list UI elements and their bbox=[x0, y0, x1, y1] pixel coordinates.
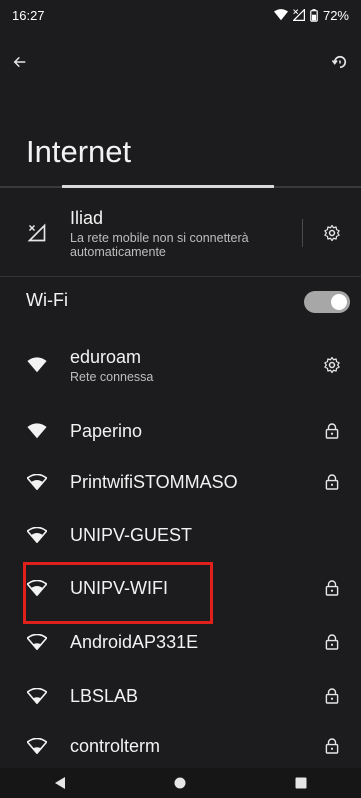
wifi-header-label: Wi-Fi bbox=[26, 290, 68, 310]
network-name: UNIPV-GUEST bbox=[70, 524, 193, 545]
network-name: eduroam bbox=[70, 346, 142, 367]
battery-icon bbox=[310, 8, 318, 22]
app-bar bbox=[0, 44, 361, 80]
lock-icon bbox=[325, 423, 339, 439]
gear-icon[interactable] bbox=[323, 224, 341, 242]
wifi-medium-icon bbox=[27, 474, 47, 490]
home-nav-icon[interactable] bbox=[174, 777, 186, 789]
network-name: PrintwifiSTOMMASO bbox=[70, 471, 238, 492]
wifi-full-icon bbox=[27, 423, 47, 439]
network-name: Paperino bbox=[70, 420, 143, 441]
back-arrow-icon[interactable] bbox=[12, 54, 28, 70]
gear-icon[interactable] bbox=[323, 356, 341, 374]
wifi-low-icon bbox=[27, 738, 47, 754]
page-title: Internet bbox=[26, 134, 132, 169]
highlight-box bbox=[23, 562, 213, 624]
battery-percent: 72% bbox=[322, 7, 349, 23]
network-row-lbslab[interactable]: LBSLAB bbox=[0, 671, 361, 721]
scroll-indicator bbox=[62, 185, 274, 188]
lock-icon bbox=[325, 580, 339, 596]
network-status: Rete connessa bbox=[70, 369, 154, 384]
lock-icon bbox=[325, 634, 339, 650]
network-row-controlterm[interactable]: controlterm bbox=[0, 724, 361, 768]
lock-icon bbox=[325, 474, 339, 490]
section-divider bbox=[0, 276, 361, 277]
wifi-low-icon bbox=[27, 634, 47, 650]
status-bar: 16:27 72% bbox=[0, 0, 361, 30]
mobile-signal-icon bbox=[27, 223, 46, 242]
network-row-paperino[interactable]: Paperino bbox=[0, 406, 361, 456]
lock-icon bbox=[325, 688, 339, 704]
wifi-toggle[interactable] bbox=[304, 291, 350, 313]
mobile-network-row[interactable]: Iliad La rete mobile non si connetterà a… bbox=[0, 205, 361, 261]
mobile-network-subtitle-1: La rete mobile non si connetterà bbox=[70, 230, 249, 245]
wifi-status-icon bbox=[273, 9, 288, 21]
network-row-unipv-guest[interactable]: UNIPV-GUEST bbox=[0, 510, 361, 560]
network-row-printwifistommaso[interactable]: PrintwifiSTOMMASO bbox=[0, 457, 361, 507]
network-name: LBSLAB bbox=[70, 685, 139, 706]
wifi-low-icon bbox=[27, 688, 47, 704]
network-name: controlterm bbox=[70, 735, 161, 756]
wifi-full-icon bbox=[27, 357, 47, 373]
navigation-bar bbox=[0, 768, 361, 798]
network-row-androidap331e[interactable]: AndroidAP331E bbox=[0, 617, 361, 667]
network-name: AndroidAP331E bbox=[70, 631, 199, 652]
back-nav-icon[interactable] bbox=[54, 776, 66, 790]
lock-icon bbox=[325, 738, 339, 754]
mobile-network-subtitle-2: automaticamente bbox=[70, 244, 166, 259]
mobile-network-name: Iliad bbox=[70, 207, 104, 228]
wifi-toggle-knob bbox=[331, 294, 347, 310]
wifi-medium-icon bbox=[27, 527, 47, 543]
network-row-eduroam[interactable]: eduroam Rete connessa bbox=[0, 340, 361, 390]
status-time: 16:27 bbox=[12, 7, 45, 23]
status-icons: 72% bbox=[273, 7, 349, 23]
recents-nav-icon[interactable] bbox=[295, 777, 307, 789]
signal-status-icon bbox=[292, 9, 305, 21]
reset-network-icon[interactable] bbox=[331, 53, 349, 71]
